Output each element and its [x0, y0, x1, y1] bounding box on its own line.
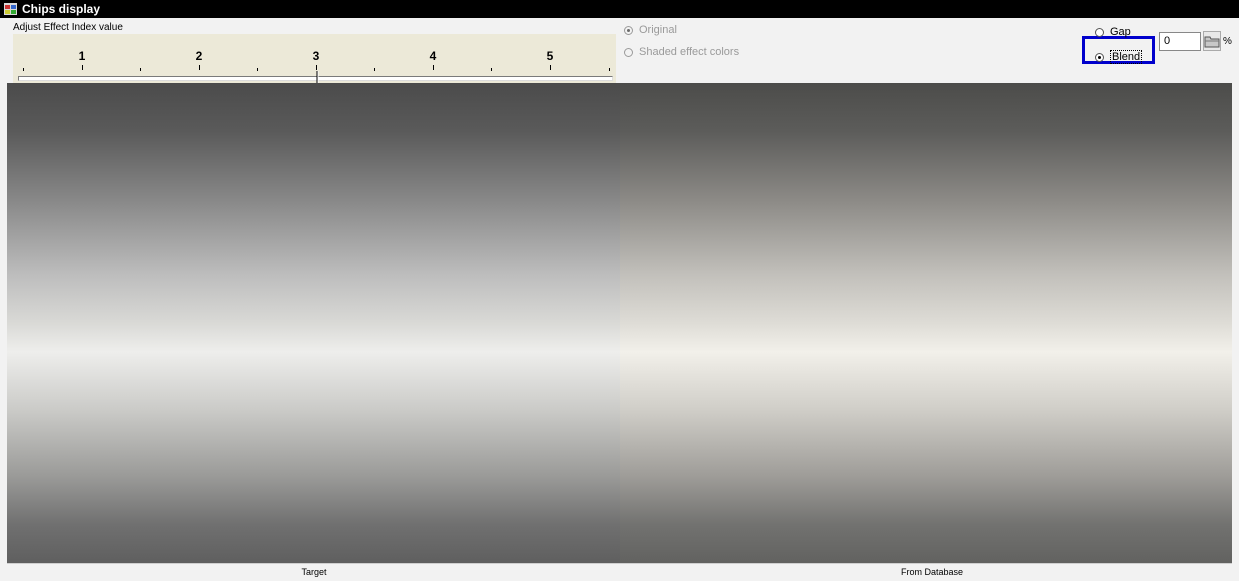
tick-mark	[433, 65, 434, 70]
percent-input[interactable]: 0	[1159, 32, 1201, 51]
target-label: Target	[301, 567, 327, 577]
tick-mark	[199, 65, 200, 70]
tick-mark	[609, 68, 610, 71]
tick-mark	[82, 65, 83, 70]
tick-mark	[316, 65, 317, 70]
tick-label-1: 1	[78, 49, 86, 63]
chip-labels-bar: Target From Database	[7, 563, 1232, 580]
tick-label-2: 2	[195, 49, 203, 63]
chip-display-area	[7, 83, 1232, 563]
radio-gap-label: Gap	[1110, 26, 1131, 38]
slider-label: Adjust Effect Index value	[13, 22, 123, 33]
title-bar: Chips display	[0, 0, 1239, 18]
toolbar: Adjust Effect Index value 1 2 3 4 5 Orig…	[0, 18, 1239, 88]
tick-label-4: 4	[429, 49, 437, 63]
tick-mark	[257, 68, 258, 71]
tick-label-5: 5	[546, 49, 554, 63]
tick-label-3: 3	[312, 49, 320, 63]
tick-mark	[23, 68, 24, 71]
effect-index-slider[interactable]: 1 2 3 4 5	[13, 34, 616, 88]
radio-circle	[1095, 27, 1104, 37]
radio-shaded-label: Shaded effect colors	[639, 46, 740, 58]
database-label: From Database	[900, 567, 964, 577]
radio-circle	[1095, 52, 1104, 62]
window-title: Chips display	[22, 2, 101, 16]
folder-icon	[1204, 36, 1220, 48]
folder-button[interactable]	[1203, 31, 1221, 51]
radio-original-label: Original	[639, 24, 677, 36]
app-icon	[4, 3, 17, 15]
radio-shaded-effect-colors[interactable]: Shaded effect colors	[624, 46, 739, 58]
database-chip	[620, 83, 1232, 563]
tick-mark	[550, 65, 551, 70]
tick-mark	[491, 68, 492, 71]
tick-mark	[374, 68, 375, 71]
target-chip	[7, 83, 620, 563]
radio-blend[interactable]: Blend	[1095, 50, 1143, 64]
tick-mark	[140, 68, 141, 71]
radio-original[interactable]: Original	[624, 24, 677, 36]
percent-sign: %	[1223, 36, 1232, 47]
radio-gap[interactable]: Gap	[1095, 26, 1131, 38]
radio-blend-label: Blend	[1110, 50, 1143, 64]
radio-circle	[624, 47, 633, 57]
radio-circle	[624, 25, 633, 35]
